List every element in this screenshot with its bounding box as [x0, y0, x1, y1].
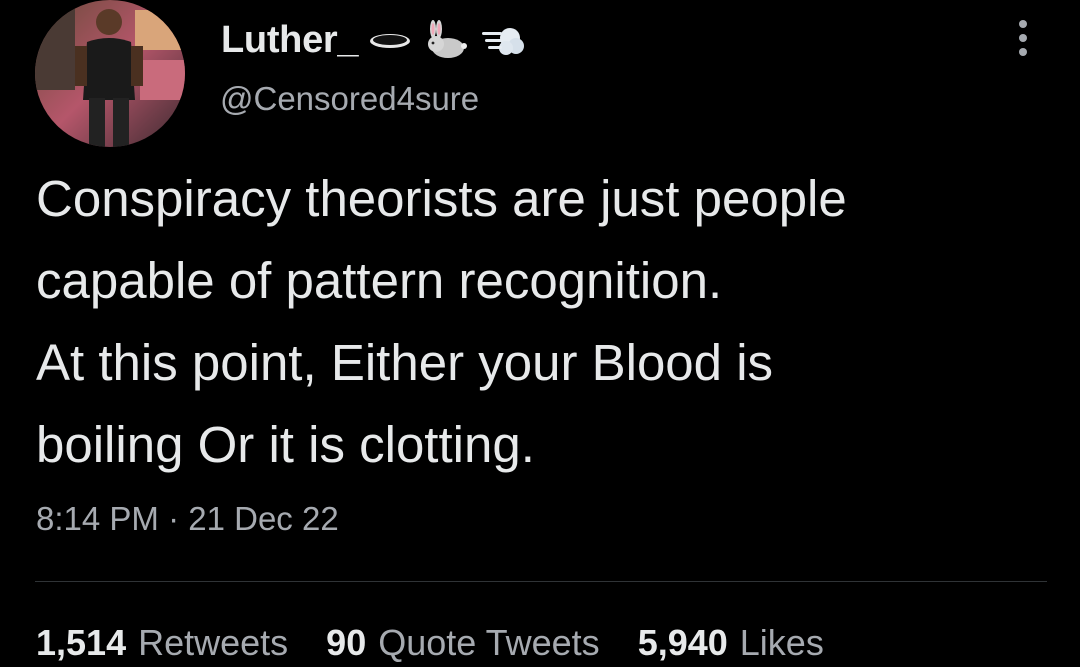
display-name[interactable]: Luther_ — [221, 19, 359, 62]
retweets-stat[interactable]: 1,514 Retweets — [36, 622, 288, 664]
timestamp-row: 8:14 PM · 21 Dec 22 — [36, 500, 339, 538]
timestamp-separator: · — [168, 500, 180, 537]
avatar[interactable] — [35, 0, 185, 147]
likes-stat[interactable]: 5,940 Likes — [638, 622, 824, 664]
quote-tweets-count: 90 — [326, 622, 367, 663]
tweet-date[interactable]: 21 Dec 22 — [188, 500, 338, 537]
likes-label: Likes — [739, 622, 824, 663]
quote-tweets-label: Quote Tweets — [378, 622, 600, 663]
engagement-stats: 1,514 Retweets 90 Quote Tweets 5,940 Likes — [36, 622, 824, 664]
rabbit-emoji-icon — [422, 20, 470, 60]
dash-emoji-icon — [480, 20, 526, 60]
avatar-photo — [35, 0, 185, 147]
likes-count: 5,940 — [637, 622, 728, 663]
user-handle[interactable]: @Censored4sure — [220, 80, 479, 118]
quote-tweets-stat[interactable]: 90 Quote Tweets — [326, 622, 600, 664]
hole-emoji-icon — [368, 20, 412, 60]
author-name-row: Luther_ — [221, 14, 526, 66]
more-options-icon[interactable] — [1008, 16, 1038, 60]
tweet-text: Conspiracy theorists are just people cap… — [36, 170, 847, 473]
retweets-count: 1,514 — [36, 622, 127, 663]
divider — [35, 581, 1047, 582]
retweets-label: Retweets — [138, 622, 289, 663]
tweet-time[interactable]: 8:14 PM — [36, 500, 159, 537]
